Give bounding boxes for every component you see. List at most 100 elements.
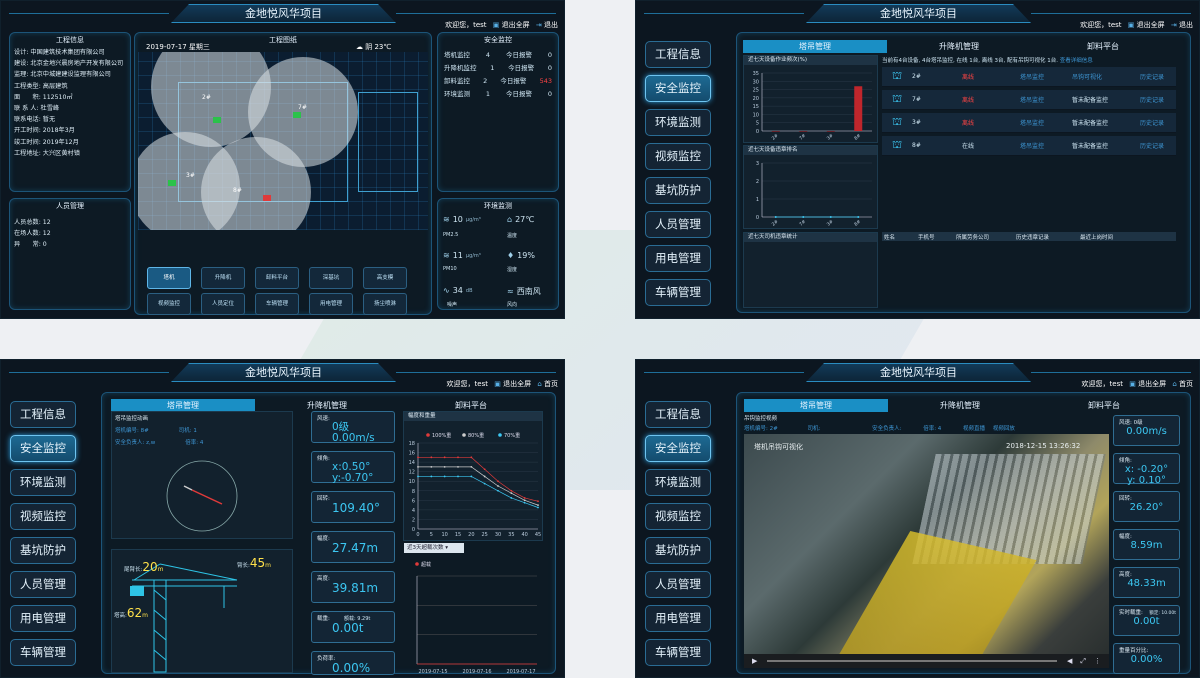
more-details-link[interactable]: 查看详细信息: [1060, 58, 1093, 64]
crane-row[interactable]: ⛫ 3# 离线 塔吊监控 暂未配备监控 历史记录: [882, 113, 1176, 133]
nav-item-3[interactable]: 环境监测: [645, 109, 711, 136]
tab-unloading-platform[interactable]: 卸料平台: [1032, 399, 1176, 412]
nav-item-8[interactable]: 车辆管理: [645, 279, 711, 306]
tab-elevator[interactable]: 升降机管理: [887, 40, 1031, 53]
logout-link[interactable]: 退出: [1179, 21, 1193, 29]
video-progress[interactable]: [767, 660, 1057, 662]
crane-marker[interactable]: [213, 117, 221, 123]
tab-elevator[interactable]: 升降机管理: [888, 399, 1032, 412]
safety-count: 2: [483, 77, 488, 85]
nav-item-6[interactable]: 人员管理: [10, 571, 76, 598]
exit-fullscreen-link[interactable]: 退出全屏: [1138, 380, 1166, 388]
crane-row[interactable]: ⛫ 7# 离线 塔吊监控 暂未配备监控 历史记录: [882, 90, 1176, 110]
playback-link[interactable]: 视频回放: [993, 426, 1015, 432]
crane-link[interactable]: 塔吊监控: [1020, 118, 1044, 127]
data-point: [470, 465, 473, 468]
panel-title: 安全监控: [484, 36, 512, 44]
exit-fullscreen-link[interactable]: 退出全屏: [502, 21, 530, 29]
function-button-row: 塔机 升降机 卸料平台 深基坑 高支模: [147, 267, 407, 289]
nav-item-7[interactable]: 用电管理: [10, 605, 76, 632]
home-icon[interactable]: ⌂: [537, 380, 541, 388]
fullscreen-icon[interactable]: ▣: [494, 380, 501, 388]
crane-history[interactable]: 历史记录: [1140, 118, 1164, 127]
nav-item-2[interactable]: 安全监控: [10, 435, 76, 462]
home-link[interactable]: 首页: [544, 380, 558, 388]
safety-row[interactable]: 升降机监控 1 今日报警 0: [438, 62, 558, 75]
fullscreen-icon[interactable]: ▣: [493, 21, 500, 29]
exit-fullscreen-link[interactable]: 退出全屏: [503, 380, 531, 388]
nav-item-7[interactable]: 用电管理: [645, 605, 711, 632]
safety-row[interactable]: 卸料监控 2 今日报警 543: [438, 75, 558, 88]
crane-row[interactable]: ⛫ 2# 离线 塔吊监控 吊钩可视化 历史记录: [882, 67, 1176, 87]
nav-item-1[interactable]: 工程信息: [645, 401, 711, 428]
function-button[interactable]: 深基坑: [309, 267, 353, 289]
nav-item-6[interactable]: 人员管理: [645, 211, 711, 238]
nav-item-5[interactable]: 基坑防护: [645, 537, 711, 564]
chart-title: 近七天设备作业频次(%): [744, 56, 877, 65]
function-button[interactable]: 车辆管理: [255, 293, 299, 315]
more-icon[interactable]: ⋮: [1094, 657, 1101, 665]
function-button[interactable]: 视频监控: [147, 293, 191, 315]
tab-tower-crane[interactable]: 塔吊管理: [743, 40, 887, 53]
safety-row[interactable]: 塔机监控 4 今日报警 0: [438, 49, 558, 62]
function-button[interactable]: 升降机: [201, 267, 245, 289]
table-header-cell: 所属劳务公司: [956, 235, 990, 241]
function-button[interactable]: 高支模: [363, 267, 407, 289]
hook-video-player[interactable]: 2018-12-15 13:26:32 塔机吊钩可视化 ▶ ◀ ⤢ ⋮: [744, 434, 1109, 668]
nav-item-8[interactable]: 车辆管理: [645, 639, 711, 666]
nav-item-4[interactable]: 视频监控: [645, 503, 711, 530]
function-button[interactable]: 人员定位: [201, 293, 245, 315]
nav-item-4[interactable]: 视频监控: [10, 503, 76, 530]
crane-marker[interactable]: [263, 195, 271, 201]
legend-marker: [426, 433, 430, 437]
fullscreen-icon[interactable]: ▣: [1128, 21, 1135, 29]
function-button[interactable]: 塔机: [147, 267, 191, 289]
exit-fullscreen-link[interactable]: 退出全屏: [1137, 21, 1165, 29]
function-button[interactable]: 卸料平台: [255, 267, 299, 289]
play-icon[interactable]: ▶: [752, 657, 757, 665]
logout-icon[interactable]: ⇥: [1171, 21, 1177, 29]
nav-item-3[interactable]: 环境监测: [645, 469, 711, 496]
nav-item-5[interactable]: 基坑防护: [645, 177, 711, 204]
nav-item-1[interactable]: 工程信息: [10, 401, 76, 428]
expand-icon[interactable]: ⤢: [1080, 657, 1086, 666]
tab-unloading-platform[interactable]: 卸料平台: [1031, 40, 1175, 53]
crane-row[interactable]: ⛫ 8# 在线 塔吊监控 暂未配备监控 历史记录: [882, 136, 1176, 156]
crane-history[interactable]: 历史记录: [1140, 141, 1164, 150]
nav-item-7[interactable]: 用电管理: [645, 245, 711, 272]
usage-chart-panel: 近七天设备作业频次(%) 0 5 10 15 20 25 30 35 2# 7# 3# 8#: [743, 55, 878, 143]
nav-item-1[interactable]: 工程信息: [645, 41, 711, 68]
fullscreen-icon[interactable]: ▣: [1129, 380, 1136, 388]
nav-item-2[interactable]: 安全监控: [645, 75, 711, 102]
nav-item-3[interactable]: 环境监测: [10, 469, 76, 496]
nav-item-6[interactable]: 人员管理: [645, 571, 711, 598]
home-link[interactable]: 首页: [1179, 380, 1193, 388]
volume-icon[interactable]: ◀: [1067, 657, 1072, 665]
nav-item-4[interactable]: 视频监控: [645, 143, 711, 170]
overload-range-select[interactable]: 近3天超载次数 ▾: [404, 543, 464, 553]
safety-row[interactable]: 环境监测 1 今日报警 0: [438, 88, 558, 101]
tab-tower-crane[interactable]: 塔吊管理: [744, 399, 888, 412]
crane-link[interactable]: 塔吊监控: [1020, 141, 1044, 150]
function-button[interactable]: 用电管理: [309, 293, 353, 315]
crane-marker[interactable]: [168, 180, 176, 186]
logout-icon[interactable]: ⇥: [536, 21, 542, 29]
crane-link[interactable]: 塔吊监控: [1020, 95, 1044, 104]
nav-item-8[interactable]: 车辆管理: [10, 639, 76, 666]
select-value: 近3天超载次数: [407, 545, 444, 551]
logout-link[interactable]: 退出: [544, 21, 558, 29]
site-drawing-map[interactable]: 2# 7# 3# 8#: [138, 52, 428, 230]
data-point: [417, 465, 419, 468]
crane-link[interactable]: 塔吊监控: [1020, 72, 1044, 81]
crane-marker[interactable]: [293, 112, 301, 118]
home-icon[interactable]: ⌂: [1172, 380, 1176, 388]
crane-history[interactable]: 历史记录: [1140, 95, 1164, 104]
nav-item-2[interactable]: 安全监控: [645, 435, 711, 462]
crane-video[interactable]: 吊钩可视化: [1072, 72, 1102, 81]
safety-officer: 安全负责人: z,w: [115, 440, 156, 446]
crane-id: 8#: [912, 142, 921, 149]
live-video-link[interactable]: 视频直播: [963, 426, 985, 432]
function-button[interactable]: 扬尘喷淋: [363, 293, 407, 315]
nav-item-5[interactable]: 基坑防护: [10, 537, 76, 564]
crane-history[interactable]: 历史记录: [1140, 72, 1164, 81]
